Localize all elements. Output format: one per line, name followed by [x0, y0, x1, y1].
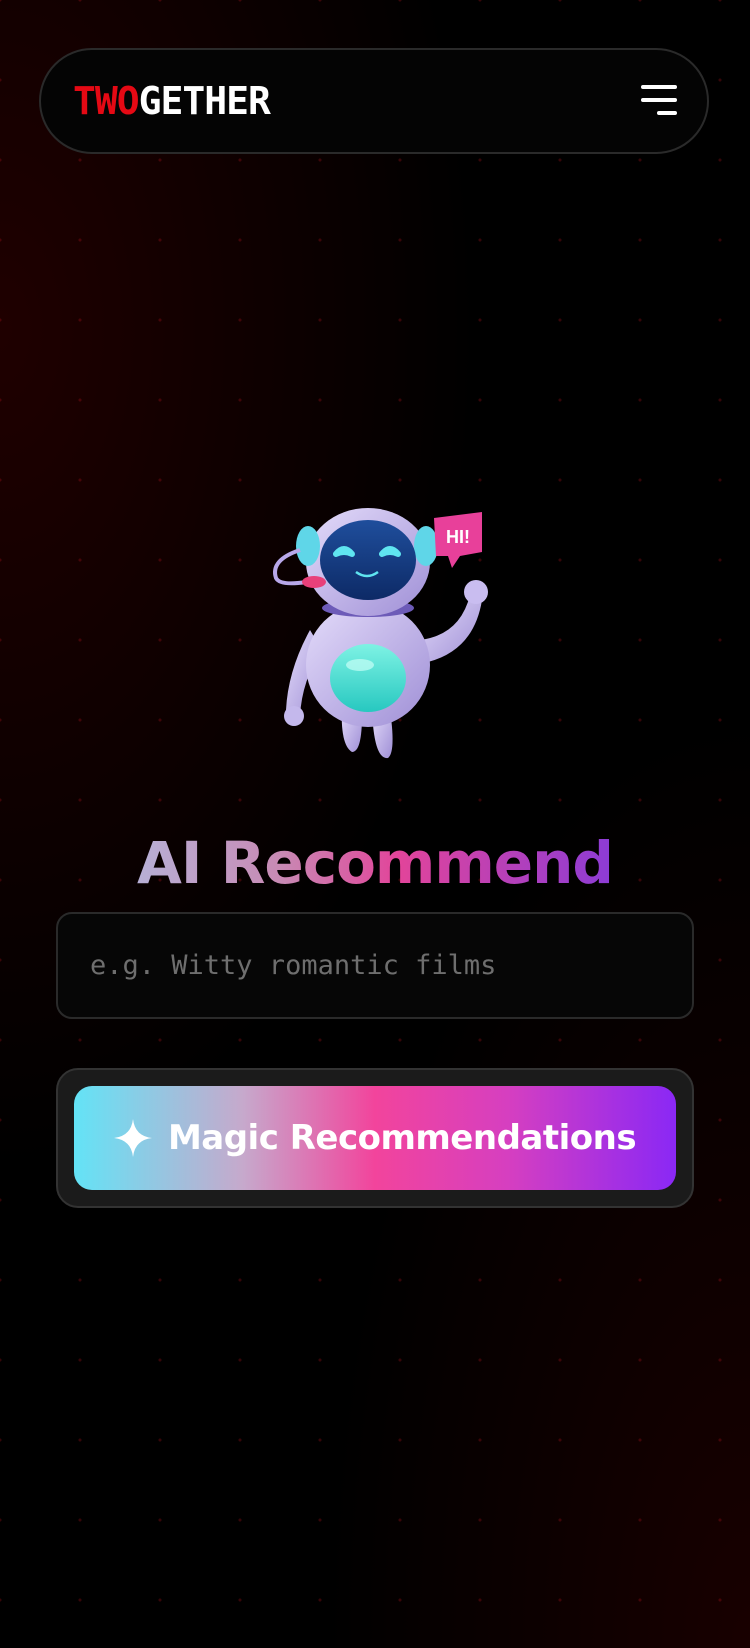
logo-part-two: TWO	[73, 79, 140, 123]
search-field[interactable]	[56, 912, 694, 1019]
sparkle-icon	[113, 1119, 152, 1157]
magic-button-frame: Magic Recommendations	[56, 1068, 694, 1208]
preference-input[interactable]	[58, 914, 692, 1017]
magic-recommendations-button[interactable]: Magic Recommendations	[74, 1086, 676, 1190]
speech-bubble-text: HI!	[446, 527, 470, 547]
page-title: AI Recommend	[137, 828, 614, 897]
magic-button-label: Magic Recommendations	[167, 1118, 637, 1158]
background	[0, 0, 750, 1648]
robot-mascot-illustration: HI!	[273, 508, 488, 759]
logo-part-gether: GETHER	[138, 79, 271, 123]
top-navbar: TWOGETHER	[39, 48, 709, 154]
hamburger-menu-icon[interactable]	[637, 85, 677, 117]
brand-logo[interactable]: TWOGETHER	[73, 79, 271, 123]
